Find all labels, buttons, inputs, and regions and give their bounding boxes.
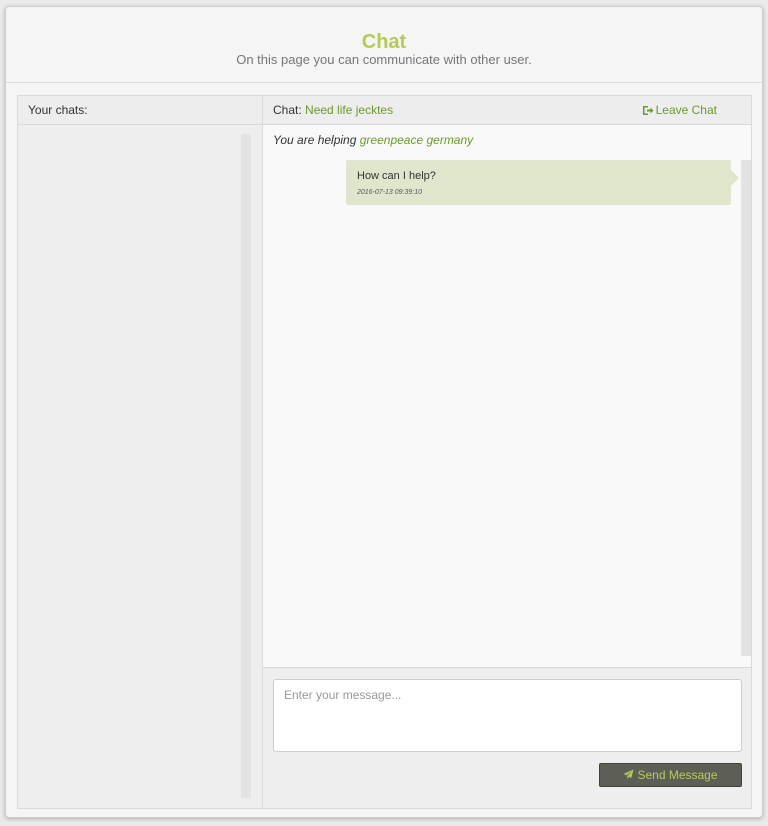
helping-notice: You are helping greenpeace germany [273,133,473,147]
chat-card: Chat On this page you can communicate wi… [5,6,763,818]
messages-scrollbar[interactable] [741,160,751,656]
send-message-label: Send Message [637,768,718,782]
page-header: Chat On this page you can communicate wi… [6,7,762,83]
chat-header: Chat: Need life jecktes Leave Chat [263,96,751,125]
message-bubble: How can I help? 2016-07-13 09:39:10 [346,160,739,205]
message-text: How can I help? [357,170,436,182]
page-subtitle: On this page you can communicate with ot… [236,52,532,67]
page-title: Chat [361,31,407,53]
leave-chat-label: Leave Chat [655,103,717,117]
paper-plane-icon [623,768,637,782]
send-message-button[interactable]: Send Message [599,763,742,787]
chats-list-scrollbar[interactable] [241,134,251,798]
chats-sidebar-header: Your chats: [18,96,262,125]
sign-out-icon [642,103,656,117]
message-area: You are helping greenpeace germany How c… [263,125,751,668]
chat-label: Chat: [273,103,302,117]
chats-sidebar-heading: Your chats: [28,103,88,117]
chat-panel: Chat: Need life jecktes Leave Chat You a… [262,95,752,809]
message-timestamp: 2016-07-13 09:39:10 [357,189,422,196]
message-input[interactable] [273,679,742,752]
chat-topic-link[interactable]: Need life jecktes [305,103,393,117]
chats-sidebar: Your chats: [17,95,262,809]
helping-prefix: You are helping [273,133,357,147]
leave-chat-button[interactable]: Leave Chat [642,103,717,117]
helping-user-link[interactable]: greenpeace germany [360,133,473,147]
